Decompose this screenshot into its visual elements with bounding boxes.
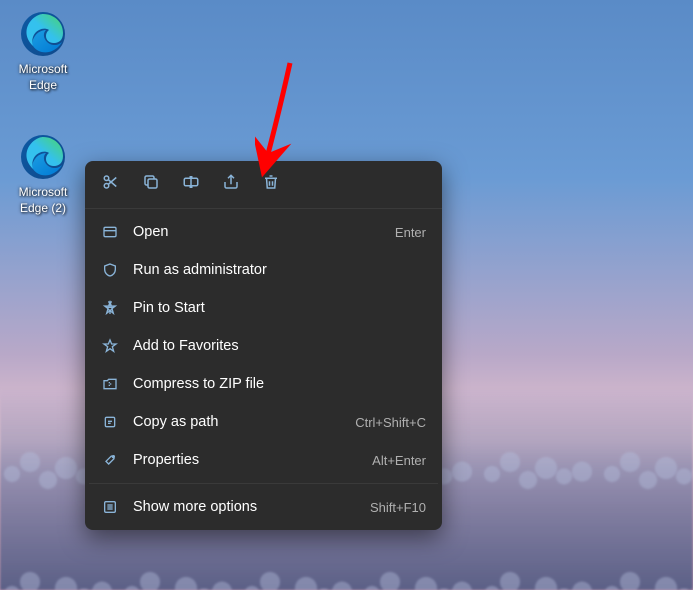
star-icon: [101, 337, 119, 355]
more-options-icon: [101, 498, 119, 516]
share-icon: [222, 173, 240, 196]
share-button[interactable]: [213, 167, 249, 203]
edge-icon: [19, 133, 67, 181]
scissors-icon: [102, 173, 120, 196]
desktop-icon-label: Microsoft Edge: [5, 62, 81, 93]
menu-item-label: Copy as path: [133, 414, 355, 430]
menu-item-copy-path[interactable]: Copy as path Ctrl+Shift+C: [85, 403, 442, 441]
zip-icon: [101, 375, 119, 393]
rename-button[interactable]: [173, 167, 209, 203]
menu-separator: [89, 483, 438, 484]
desktop-icon-label: Microsoft Edge (2): [5, 185, 81, 216]
desktop-icon-edge-2[interactable]: Microsoft Edge (2): [5, 133, 81, 216]
menu-item-label: Pin to Start: [133, 300, 426, 316]
context-menu-items: Open Enter Run as administrator Pin to S…: [85, 209, 442, 530]
pin-icon: [101, 299, 119, 317]
context-menu-toolbar: [85, 161, 442, 209]
menu-item-shortcut: Ctrl+Shift+C: [355, 415, 426, 430]
menu-item-label: Compress to ZIP file: [133, 376, 426, 392]
menu-item-more-options[interactable]: Show more options Shift+F10: [85, 488, 442, 526]
wrench-icon: [101, 451, 119, 469]
menu-item-label: Show more options: [133, 499, 370, 515]
trash-icon: [262, 173, 280, 196]
menu-item-open[interactable]: Open Enter: [85, 213, 442, 251]
menu-item-run-admin[interactable]: Run as administrator: [85, 251, 442, 289]
copy-button[interactable]: [133, 167, 169, 203]
menu-item-pin-start[interactable]: Pin to Start: [85, 289, 442, 327]
menu-item-shortcut: Shift+F10: [370, 500, 426, 515]
shield-icon: [101, 261, 119, 279]
menu-item-label: Properties: [133, 452, 372, 468]
menu-item-shortcut: Enter: [395, 225, 426, 240]
desktop-icon-edge-1[interactable]: Microsoft Edge: [5, 10, 81, 93]
menu-item-add-favorites[interactable]: Add to Favorites: [85, 327, 442, 365]
delete-button[interactable]: [253, 167, 289, 203]
menu-item-label: Open: [133, 224, 395, 240]
context-menu: Open Enter Run as administrator Pin to S…: [85, 161, 442, 530]
menu-item-shortcut: Alt+Enter: [372, 453, 426, 468]
edge-icon: [19, 10, 67, 58]
menu-item-compress-zip[interactable]: Compress to ZIP file: [85, 365, 442, 403]
menu-item-label: Run as administrator: [133, 262, 426, 278]
menu-item-label: Add to Favorites: [133, 338, 426, 354]
copy-path-icon: [101, 413, 119, 431]
copy-icon: [142, 173, 160, 196]
rename-icon: [182, 173, 200, 196]
open-icon: [101, 223, 119, 241]
cut-button[interactable]: [93, 167, 129, 203]
menu-item-properties[interactable]: Properties Alt+Enter: [85, 441, 442, 479]
